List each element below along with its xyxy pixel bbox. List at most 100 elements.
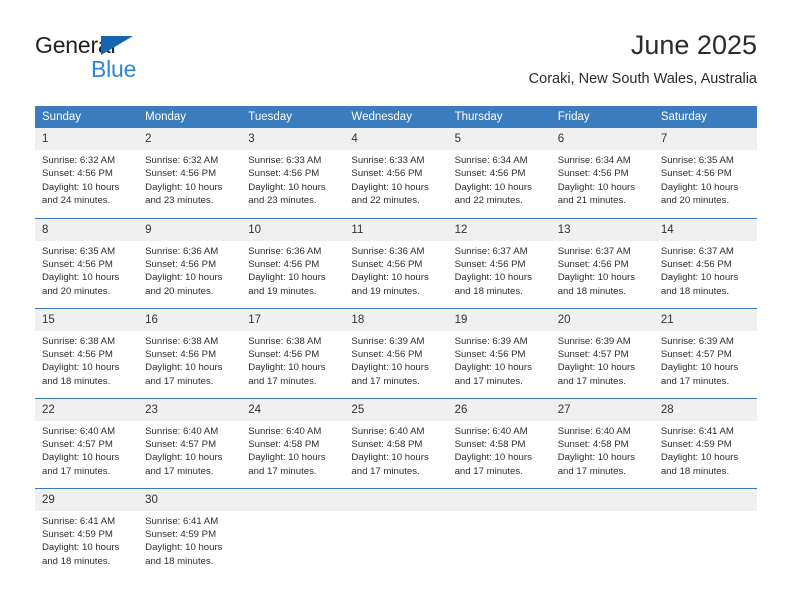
- day-cell[interactable]: 8 Sunrise: 6:35 AM Sunset: 4:56 PM Dayli…: [35, 217, 139, 308]
- day-cell[interactable]: 16 Sunrise: 6:38 AM Sunset: 4:56 PM Dayl…: [138, 307, 242, 398]
- sunrise-text: Sunrise: 6:41 AM: [42, 515, 116, 527]
- day-details: Sunrise: 6:38 AM Sunset: 4:56 PM Dayligh…: [35, 331, 138, 389]
- sunrise-text: Sunrise: 6:33 AM: [351, 155, 425, 166]
- day-number: 7: [653, 128, 757, 150]
- day-number: 20: [550, 308, 654, 331]
- day-number: 24: [241, 398, 345, 421]
- day-number: 29: [35, 488, 139, 511]
- day-number: 26: [447, 398, 551, 421]
- day-details: Sunrise: 6:33 AM Sunset: 4:56 PM Dayligh…: [241, 150, 344, 208]
- daylight-text: Daylight: 10 hours and 18 minutes.: [454, 272, 532, 297]
- day-number: 2: [138, 128, 242, 150]
- day-cell[interactable]: 10 Sunrise: 6:36 AM Sunset: 4:56 PM Dayl…: [241, 217, 345, 308]
- sunset-text: Sunset: 4:59 PM: [42, 528, 113, 540]
- day-cell[interactable]: 21 Sunrise: 6:39 AM Sunset: 4:57 PM Dayl…: [653, 307, 757, 398]
- day-number: 17: [241, 308, 345, 331]
- day-details: Sunrise: 6:34 AM Sunset: 4:56 PM Dayligh…: [448, 150, 551, 208]
- day-number: [447, 488, 551, 511]
- day-cell[interactable]: 23 Sunrise: 6:40 AM Sunset: 4:57 PM Dayl…: [138, 397, 242, 488]
- day-details: Sunrise: 6:35 AM Sunset: 4:56 PM Dayligh…: [35, 241, 138, 299]
- daylight-text: Daylight: 10 hours and 17 minutes.: [351, 362, 429, 387]
- day-cell[interactable]: 2 Sunrise: 6:32 AM Sunset: 4:56 PM Dayli…: [138, 128, 242, 218]
- daylight-text: Daylight: 10 hours and 19 minutes.: [248, 272, 326, 297]
- day-cell[interactable]: 7 Sunrise: 6:35 AM Sunset: 4:56 PM Dayli…: [653, 128, 757, 218]
- sunrise-text: Sunrise: 6:40 AM: [248, 425, 322, 437]
- day-cell[interactable]: 5 Sunrise: 6:34 AM Sunset: 4:56 PM Dayli…: [447, 128, 551, 218]
- day-cell[interactable]: 3 Sunrise: 6:33 AM Sunset: 4:56 PM Dayli…: [241, 128, 345, 218]
- sunset-text: Sunset: 4:56 PM: [248, 258, 320, 270]
- day-cell[interactable]: 19 Sunrise: 6:39 AM Sunset: 4:56 PM Dayl…: [447, 307, 551, 398]
- day-details: Sunrise: 6:35 AM Sunset: 4:56 PM Dayligh…: [654, 150, 757, 208]
- sunrise-text: Sunrise: 6:33 AM: [248, 155, 322, 166]
- brand-logo[interactable]: General Blue: [35, 32, 265, 88]
- day-cell[interactable]: 6 Sunrise: 6:34 AM Sunset: 4:56 PM Dayli…: [550, 128, 654, 218]
- day-details: Sunrise: 6:40 AM Sunset: 4:57 PM Dayligh…: [138, 421, 241, 479]
- day-number: 16: [138, 308, 242, 331]
- day-cell[interactable]: 27 Sunrise: 6:40 AM Sunset: 4:58 PM Dayl…: [550, 397, 654, 488]
- day-cell[interactable]: 30 Sunrise: 6:41 AM Sunset: 4:59 PM Dayl…: [138, 487, 242, 578]
- day-cell[interactable]: 18 Sunrise: 6:39 AM Sunset: 4:56 PM Dayl…: [344, 307, 448, 398]
- weekday-header-friday: Friday: [550, 106, 654, 128]
- day-cell[interactable]: 12 Sunrise: 6:37 AM Sunset: 4:56 PM Dayl…: [447, 217, 551, 308]
- sunset-text: Sunset: 4:56 PM: [351, 168, 423, 180]
- day-number: 14: [653, 218, 757, 241]
- sunset-text: Sunset: 4:57 PM: [660, 348, 732, 360]
- day-cell[interactable]: 1 Sunrise: 6:32 AM Sunset: 4:56 PM Dayli…: [35, 128, 139, 218]
- daylight-text: Daylight: 10 hours and 20 minutes.: [42, 272, 120, 297]
- day-cell[interactable]: 4 Sunrise: 6:33 AM Sunset: 4:56 PM Dayli…: [344, 128, 448, 218]
- day-cell[interactable]: 22 Sunrise: 6:40 AM Sunset: 4:57 PM Dayl…: [35, 397, 139, 488]
- daylight-text: Daylight: 10 hours and 18 minutes.: [145, 542, 223, 567]
- day-cell[interactable]: 17 Sunrise: 6:38 AM Sunset: 4:56 PM Dayl…: [241, 307, 345, 398]
- daylight-text: Daylight: 10 hours and 23 minutes.: [248, 181, 326, 207]
- day-number: 15: [35, 308, 139, 331]
- sunrise-text: Sunrise: 6:40 AM: [454, 425, 528, 437]
- day-details: Sunrise: 6:39 AM Sunset: 4:56 PM Dayligh…: [344, 331, 447, 389]
- day-cell[interactable]: 28 Sunrise: 6:41 AM Sunset: 4:59 PM Dayl…: [653, 397, 757, 488]
- day-cell-empty: [653, 487, 757, 578]
- sunset-text: Sunset: 4:56 PM: [145, 168, 217, 180]
- calendar-week-row: 29 Sunrise: 6:41 AM Sunset: 4:59 PM Dayl…: [35, 487, 757, 578]
- sunset-text: Sunset: 4:56 PM: [145, 348, 217, 360]
- day-cell[interactable]: 25 Sunrise: 6:40 AM Sunset: 4:58 PM Dayl…: [344, 397, 448, 488]
- day-cell[interactable]: 15 Sunrise: 6:38 AM Sunset: 4:56 PM Dayl…: [35, 307, 139, 398]
- sunrise-text: Sunrise: 6:36 AM: [145, 245, 219, 257]
- day-cell[interactable]: 24 Sunrise: 6:40 AM Sunset: 4:58 PM Dayl…: [241, 397, 345, 488]
- day-cell[interactable]: 14 Sunrise: 6:37 AM Sunset: 4:56 PM Dayl…: [653, 217, 757, 308]
- day-cell[interactable]: 26 Sunrise: 6:40 AM Sunset: 4:58 PM Dayl…: [447, 397, 551, 488]
- sunrise-text: Sunrise: 6:40 AM: [557, 425, 631, 437]
- sunset-text: Sunset: 4:56 PM: [248, 168, 320, 180]
- day-number: 12: [447, 218, 551, 241]
- daylight-text: Daylight: 10 hours and 24 minutes.: [42, 181, 120, 207]
- day-number: 25: [344, 398, 448, 421]
- sunrise-text: Sunrise: 6:39 AM: [660, 335, 734, 347]
- day-details: Sunrise: 6:40 AM Sunset: 4:58 PM Dayligh…: [448, 421, 551, 479]
- sunrise-text: Sunrise: 6:38 AM: [42, 335, 116, 347]
- weekday-header-tuesday: Tuesday: [241, 106, 345, 128]
- day-details: Sunrise: 6:41 AM Sunset: 4:59 PM Dayligh…: [654, 421, 757, 479]
- daylight-text: Daylight: 10 hours and 17 minutes.: [454, 452, 532, 477]
- sunset-text: Sunset: 4:59 PM: [660, 438, 732, 450]
- day-cell[interactable]: 9 Sunrise: 6:36 AM Sunset: 4:56 PM Dayli…: [138, 217, 242, 308]
- day-number: 18: [344, 308, 448, 331]
- day-cell[interactable]: 13 Sunrise: 6:37 AM Sunset: 4:56 PM Dayl…: [550, 217, 654, 308]
- day-number: 27: [550, 398, 654, 421]
- day-cell[interactable]: 20 Sunrise: 6:39 AM Sunset: 4:57 PM Dayl…: [550, 307, 654, 398]
- day-details: Sunrise: 6:36 AM Sunset: 4:56 PM Dayligh…: [241, 241, 344, 299]
- sunrise-text: Sunrise: 6:35 AM: [42, 245, 116, 257]
- sunrise-text: Sunrise: 6:35 AM: [660, 155, 734, 166]
- day-details: Sunrise: 6:40 AM Sunset: 4:58 PM Dayligh…: [344, 421, 447, 479]
- day-cell[interactable]: 11 Sunrise: 6:36 AM Sunset: 4:56 PM Dayl…: [344, 217, 448, 308]
- sunrise-text: Sunrise: 6:40 AM: [145, 425, 219, 437]
- sunset-text: Sunset: 4:58 PM: [557, 438, 629, 450]
- day-details: Sunrise: 6:40 AM Sunset: 4:57 PM Dayligh…: [35, 421, 138, 479]
- daylight-text: Daylight: 10 hours and 17 minutes.: [454, 362, 532, 387]
- daylight-text: Daylight: 10 hours and 21 minutes.: [557, 181, 636, 207]
- day-number: 22: [35, 398, 139, 421]
- day-cell-empty: [241, 487, 345, 578]
- sunrise-text: Sunrise: 6:39 AM: [557, 335, 631, 347]
- day-cell[interactable]: 29 Sunrise: 6:41 AM Sunset: 4:59 PM Dayl…: [35, 487, 139, 578]
- calendar-header: Sunday Monday Tuesday Wednesday Thursday…: [35, 106, 757, 128]
- day-details: Sunrise: 6:34 AM Sunset: 4:56 PM Dayligh…: [551, 150, 654, 208]
- sunset-text: Sunset: 4:56 PM: [660, 168, 732, 180]
- sunrise-text: Sunrise: 6:39 AM: [351, 335, 425, 347]
